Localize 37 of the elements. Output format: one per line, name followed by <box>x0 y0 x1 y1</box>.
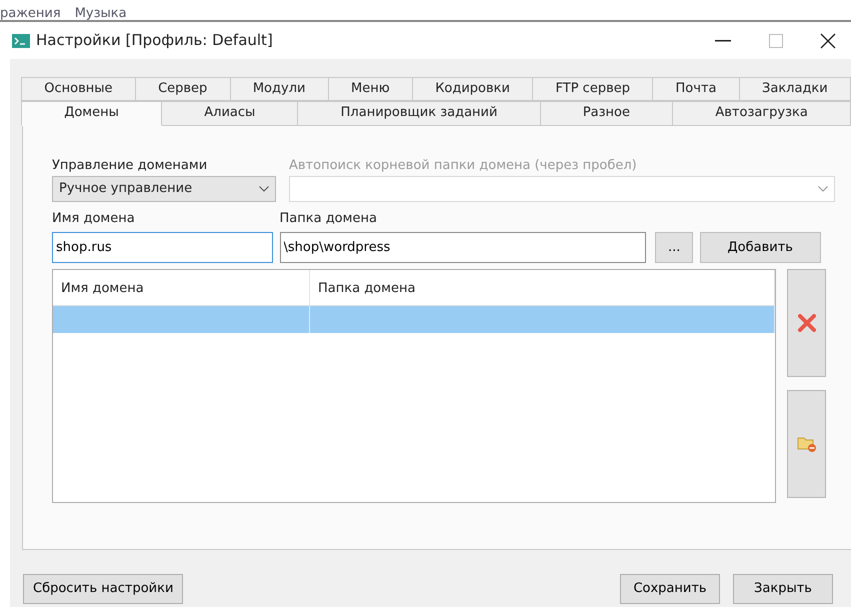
folder-icon <box>796 435 816 454</box>
chevron-down-icon <box>259 186 269 192</box>
tab[interactable]: Домены <box>21 101 162 126</box>
domain-folder-input[interactable]: \shop\wordpress <box>280 232 646 263</box>
tab[interactable]: FTP сервер <box>532 77 654 101</box>
background-window-label: ражения <box>0 8 61 20</box>
tab[interactable]: Почта <box>652 77 740 101</box>
footer-button[interactable]: Сбросить настройки <box>23 574 184 604</box>
close-icon <box>820 32 836 48</box>
tab[interactable]: Сервер <box>134 77 231 101</box>
field-label: Папка домена <box>280 210 378 228</box>
cross-icon <box>798 314 816 332</box>
footer-button[interactable]: Закрыть <box>733 574 833 604</box>
minimize-icon <box>715 40 731 42</box>
chevron-down-icon <box>818 186 828 192</box>
tab[interactable]: Модули <box>230 77 329 101</box>
add-button[interactable]: Добавить <box>700 232 821 263</box>
background-window-label: Музыка <box>74 8 127 20</box>
field-label: Имя домена <box>52 210 136 228</box>
delete-button[interactable] <box>787 269 826 378</box>
column-header[interactable]: Имя домена <box>53 270 310 306</box>
tab[interactable]: Закладки <box>738 77 851 101</box>
folder-remove-button[interactable] <box>787 390 826 498</box>
domain-management-dropdown[interactable]: Ручное управление <box>52 176 276 202</box>
tab[interactable]: Основные <box>21 77 136 101</box>
table-row[interactable] <box>53 306 775 334</box>
field-label: Автопоиск корневой папки домена (через пробел) <box>289 157 638 175</box>
column-header[interactable]: Папка домена <box>310 270 775 306</box>
footer-button[interactable]: Сохранить <box>620 574 720 604</box>
maximize-icon <box>768 34 782 48</box>
field-label: Управление доменами <box>52 157 208 175</box>
browse-button[interactable]: ... <box>655 232 694 263</box>
tab[interactable]: Меню <box>328 77 413 101</box>
window-title: Настройки [Профиль: Default] <box>36 30 273 52</box>
tab[interactable]: Автозагрузка <box>672 101 851 126</box>
domain-name-input[interactable]: shop.rus <box>52 232 273 263</box>
tab[interactable]: Кодировки <box>412 77 534 101</box>
